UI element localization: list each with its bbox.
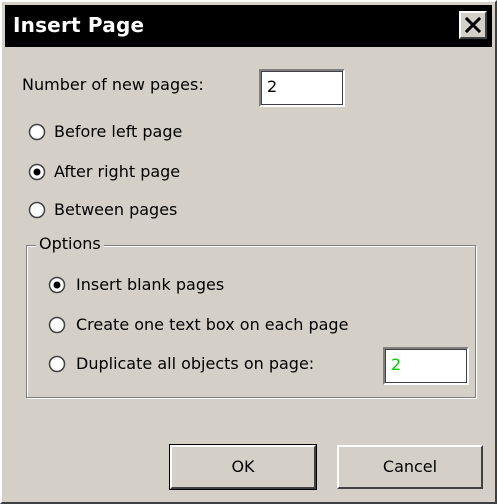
radio-checked-icon [28,163,46,181]
before-left-page-label: Before left page [54,122,183,141]
number-of-pages-input[interactable]: 2 [259,69,345,107]
radio-unchecked-icon [28,201,46,219]
radio-duplicate-objects[interactable]: Duplicate all objects on page: [48,352,368,376]
ok-button[interactable]: OK [169,444,317,490]
radio-before-left-page[interactable]: Before left page [28,120,248,144]
between-pages-label: Between pages [54,200,178,219]
radio-checked-icon [48,276,66,294]
radio-unchecked-icon [48,316,66,334]
dialog-title: Insert Page [13,13,145,37]
radio-insert-blank-pages[interactable]: Insert blank pages [48,273,308,297]
radio-after-right-page[interactable]: After right page [28,160,248,184]
close-button[interactable] [459,11,487,39]
title-bar[interactable]: Insert Page [5,5,492,47]
close-x-icon [465,17,481,33]
duplicate-objects-label: Duplicate all objects on page: [76,354,315,373]
insert-blank-pages-label: Insert blank pages [76,275,225,294]
ok-button-label: OK [231,457,255,476]
after-right-page-label: After right page [54,162,181,181]
duplicate-page-value: 2 [391,355,402,374]
radio-unchecked-icon [48,355,66,373]
create-text-box-label: Create one text box on each page [76,315,349,334]
cancel-button-label: Cancel [382,457,438,476]
options-group-title: Options [36,234,104,254]
radio-unchecked-icon [28,123,46,141]
duplicate-page-input[interactable]: 2 [383,347,469,385]
insert-page-dialog: Insert Page Number of new pages: 2 Befor… [0,0,497,504]
number-of-pages-label: Number of new pages: [22,75,204,94]
radio-create-text-box[interactable]: Create one text box on each page [48,313,428,337]
radio-between-pages[interactable]: Between pages [28,198,248,222]
number-of-pages-value: 2 [267,77,278,96]
cancel-button[interactable]: Cancel [337,445,483,489]
